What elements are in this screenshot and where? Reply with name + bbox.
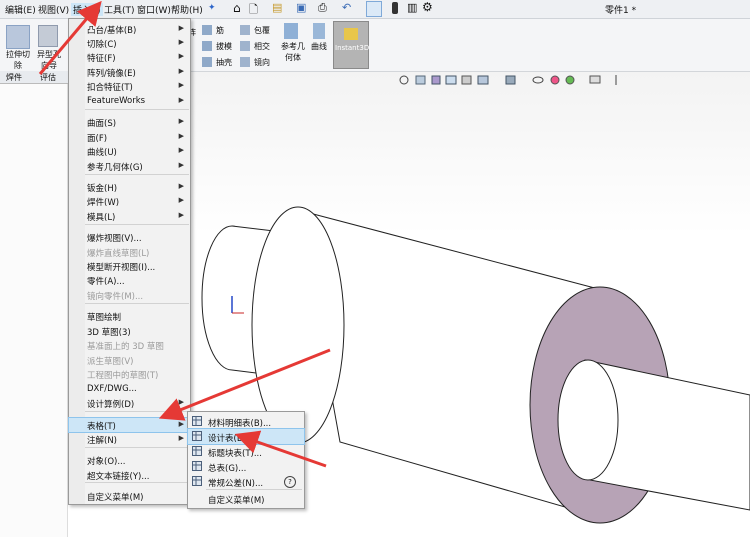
annotation-arrows — [38, 0, 331, 468]
arrow-to-design-table — [234, 430, 327, 468]
arrow-to-insert-menu — [38, 0, 102, 75]
arrow-to-table-item — [158, 348, 331, 421]
